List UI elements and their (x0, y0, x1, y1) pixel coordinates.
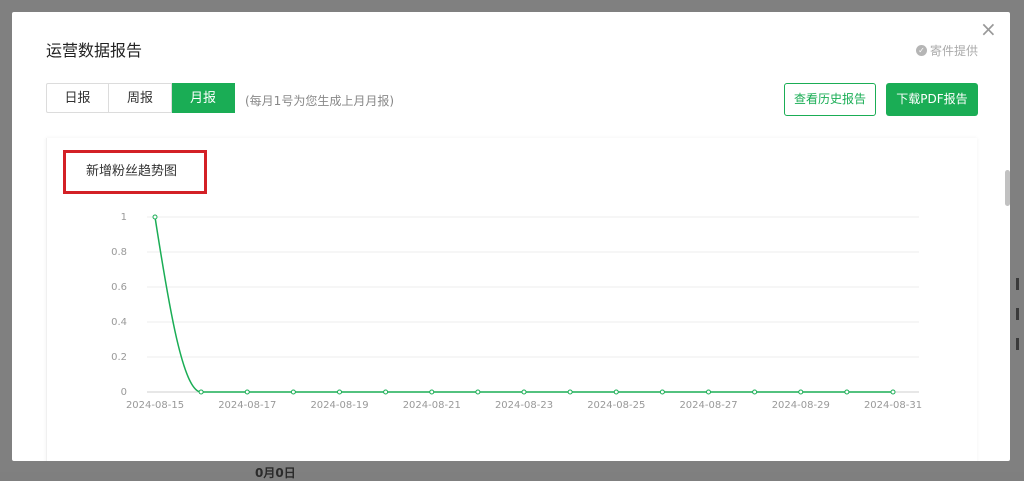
data-point (337, 389, 342, 395)
x-tick-label: 2024-08-31 (864, 400, 922, 411)
background-bottom-text: 0月0日 (255, 466, 296, 480)
tab-weekly[interactable]: 周报 (109, 83, 172, 113)
check-circle-icon: ✓ (915, 45, 927, 56)
view-history-button[interactable]: 查看历史报告 (784, 83, 876, 116)
y-tick-label: 0.8 (111, 247, 127, 258)
report-modal: × 运营数据报告 ✓ 寄件提供 日报 周报 月报 (每月1号为您生成上月月报) … (12, 12, 1010, 461)
series-line (154, 216, 893, 393)
data-point (429, 389, 435, 395)
x-tick-label: 2024-08-15 (126, 400, 184, 411)
x-tick-label: 2024-08-21 (403, 400, 461, 411)
data-point (244, 389, 250, 395)
y-tick-label: 0.4 (111, 317, 127, 328)
x-tick-label: 2024-08-17 (218, 400, 276, 411)
monthly-hint: (每月1号为您生成上月月报) (245, 94, 394, 108)
data-point (706, 389, 711, 395)
data-point (383, 389, 389, 395)
data-point (659, 389, 665, 395)
y-tick-label: 1 (121, 212, 127, 223)
fans-trend-card: 新增粉丝趋势图 0 0.2 0.4 0.6 0.8 1 2024-08-15 2024-08-… (46, 138, 977, 461)
data-point (567, 389, 573, 395)
tab-monthly[interactable]: 月报 (172, 83, 235, 113)
y-tick-label: 0 (121, 387, 127, 398)
close-icon[interactable]: × (980, 19, 997, 39)
data-point (798, 389, 804, 395)
data-point (521, 389, 527, 395)
data-point (290, 389, 296, 395)
data-point (613, 389, 619, 395)
background-right-strip (1012, 258, 1024, 368)
data-point (152, 214, 158, 220)
y-tick-label: 0.6 (111, 282, 127, 293)
modal-scrollbar[interactable] (1005, 170, 1010, 206)
data-point (890, 389, 896, 395)
x-tick-label: 2024-08-29 (772, 400, 830, 411)
provider-text: 寄件提供 (929, 44, 978, 58)
x-tick-label: 2024-08-23 (495, 400, 553, 411)
download-pdf-button[interactable]: 下载PDF报告 (886, 83, 978, 116)
data-point (198, 389, 204, 395)
data-point (752, 389, 758, 395)
data-point (475, 389, 481, 395)
provider-badge: ✓ 寄件提供 (915, 42, 978, 59)
tab-daily[interactable]: 日报 (46, 83, 109, 113)
fans-trend-chart: 0 0.2 0.4 0.6 0.8 1 2024-08-15 2024-08-17 2024-0… (111, 212, 922, 411)
report-period-tabs: 日报 周报 月报 (46, 83, 235, 113)
y-tick-label: 0.2 (111, 352, 127, 363)
x-tick-label: 2024-08-27 (679, 400, 737, 411)
modal-title: 运营数据报告 (46, 41, 143, 60)
x-tick-label: 2024-08-19 (310, 400, 368, 411)
x-tick-label: 2024-08-25 (587, 400, 645, 411)
data-point (844, 389, 850, 395)
